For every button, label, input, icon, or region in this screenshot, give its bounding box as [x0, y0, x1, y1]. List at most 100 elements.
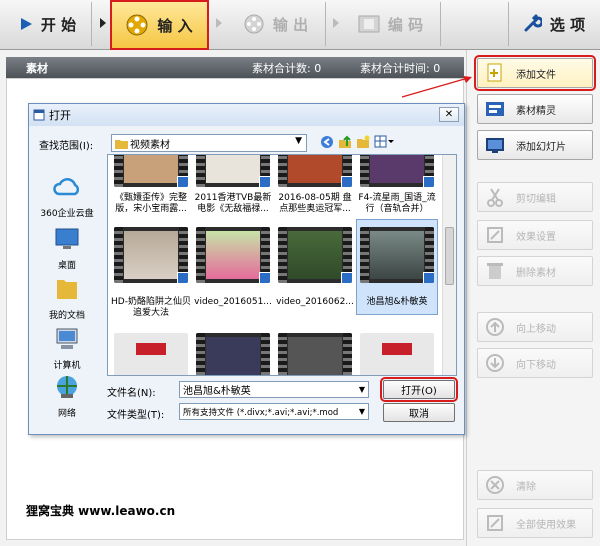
file-list-view[interactable]: 《甄嬛歪传》完整版，宋小宝雨露... 2011香港TVB最新电影《无敌福禄...… [107, 154, 457, 376]
file-name[interactable]: 2016-08-05期 盘点那些奥运冠军... [275, 193, 355, 215]
move-down-button[interactable]: 向下移动 [477, 348, 593, 378]
video-thumbnail[interactable] [360, 155, 434, 187]
video-thumbnail[interactable] [196, 333, 270, 375]
video-thumbnail[interactable] [114, 227, 188, 283]
close-button[interactable]: ✕ [439, 107, 459, 122]
video-thumbnail[interactable] [278, 227, 352, 283]
wizard-icon [484, 98, 506, 120]
film-strip-icon [358, 15, 380, 33]
options-label: 选 项 [549, 15, 586, 34]
flash-icon [382, 343, 412, 355]
open-button[interactable]: 打开(O) [380, 377, 458, 402]
arrow-icon [333, 18, 339, 28]
arrow-icon [100, 18, 106, 28]
material-count: 素材合计数: 0 [252, 61, 322, 75]
place-documents[interactable]: 我的文档 [35, 276, 99, 321]
file-name[interactable]: HD-奶酪陷阱之仙贝追爱大法 [111, 297, 191, 319]
file-name[interactable]: video_2016051... [193, 297, 273, 308]
filename-label: 文件名(N): [107, 388, 156, 399]
flash-icon [136, 343, 166, 355]
filename-input[interactable]: 池昌旭&朴敏英 ▼ [179, 381, 369, 398]
file-name[interactable]: F4-流星雨_国语_流行（音轨合并） [357, 193, 437, 215]
apply-all-effects-button[interactable]: 全部使用效果 [477, 508, 593, 538]
video-thumbnail[interactable] [278, 155, 352, 187]
chevron-down-icon: ▼ [358, 407, 365, 416]
video-file-icon [259, 272, 270, 283]
place-label: 360企业云盘 [40, 209, 94, 219]
back-arrow-icon [321, 136, 333, 148]
move-down-label: 向下移动 [516, 359, 556, 371]
video-file-icon [341, 272, 352, 283]
chevron-down-icon: ▼ [358, 385, 365, 394]
lookin-select[interactable]: 视频素材 ▼ [111, 134, 307, 152]
desktop-icon [55, 228, 79, 249]
video-thumbnail[interactable] [196, 155, 270, 187]
place-computer[interactable]: 计算机 [35, 326, 99, 371]
view-menu-button[interactable] [373, 134, 395, 150]
file-name[interactable]: 《甄嬛歪传》完整版，宋小宝雨露... [111, 193, 191, 215]
encode-button[interactable]: 编 码 [341, 2, 441, 46]
clear-label: 清除 [516, 481, 536, 493]
folder-icon [115, 140, 128, 149]
file-name[interactable]: 池昌旭&朴敏英 [357, 297, 437, 308]
material-wizard-button[interactable]: 素材精灵 [477, 94, 593, 124]
place-cloud-disk[interactable]: 360企业云盘 [35, 174, 99, 219]
scrollbar-thumb[interactable] [445, 227, 454, 285]
video-file-icon [177, 272, 188, 283]
effect-icon [484, 224, 506, 246]
filename-value: 池昌旭&朴敏英 [183, 386, 251, 397]
import-button[interactable]: 输 入 [110, 0, 209, 50]
video-thumbnail[interactable] [278, 333, 352, 375]
clear-button[interactable]: 清除 [477, 470, 593, 500]
filetype-label: 文件类型(T): [107, 410, 165, 421]
material-wizard-label: 素材精灵 [516, 105, 556, 117]
file-name[interactable]: 2011香港TVB最新电影《无敌福禄... [193, 193, 273, 215]
export-label: 输 出 [272, 15, 309, 34]
cancel-button[interactable]: 取消 [383, 403, 455, 422]
effect-settings-label: 效果设置 [516, 231, 556, 243]
file-name[interactable]: video_2016062... [275, 297, 355, 308]
start-label: 开 始 [40, 15, 77, 34]
window-icon [33, 109, 45, 121]
place-network[interactable]: 网络 [35, 374, 99, 419]
arrow-down-icon [484, 352, 506, 374]
export-button[interactable]: 输 出 [226, 2, 326, 46]
back-button[interactable] [319, 134, 335, 150]
filetype-value: 所有支持文件 (*.divx;*.avi;*.avi;*.mod [183, 407, 339, 418]
apply-all-icon [484, 512, 506, 534]
trash-icon [484, 260, 506, 282]
material-header: 素材 素材合计数: 0 素材合计时间: 0 [6, 57, 464, 78]
flash-file-thumbnail[interactable] [114, 333, 188, 375]
add-slideshow-button[interactable]: 添加幻灯片 [477, 130, 593, 160]
delete-material-button[interactable]: 删除素材 [477, 256, 593, 286]
video-file-icon [423, 176, 434, 187]
place-label: 网络 [57, 409, 76, 419]
right-action-panel: 添加文件 素材精灵 添加幻灯片 剪切编辑 效果设置 删除素材 向上移动 向下移动… [466, 50, 600, 546]
add-file-label: 添加文件 [516, 69, 556, 81]
effect-settings-button[interactable]: 效果设置 [477, 220, 593, 250]
arrow-icon [216, 18, 222, 28]
video-thumbnail[interactable] [360, 227, 434, 283]
lookin-label: 查找范围(I): [39, 141, 94, 152]
place-desktop[interactable]: 桌面 [35, 226, 99, 271]
watermark-text: 狸窝宝典 www.leawo.cn [26, 504, 176, 518]
video-file-icon [259, 176, 270, 187]
video-thumbnail[interactable] [114, 155, 188, 187]
move-up-button[interactable]: 向上移动 [477, 312, 593, 342]
file-list-scrollbar[interactable] [442, 155, 456, 375]
video-thumbnail[interactable] [196, 227, 270, 283]
up-folder-button[interactable] [337, 134, 353, 150]
new-folder-button[interactable] [355, 134, 371, 150]
filetype-select[interactable]: 所有支持文件 (*.divx;*.avi;*.avi;*.mod ▼ [179, 403, 369, 420]
cancel-button-label: 取消 [409, 409, 429, 420]
start-button[interactable]: 开 始 [4, 2, 92, 46]
flash-file-thumbnail[interactable] [360, 333, 434, 375]
view-grid-icon [374, 135, 394, 148]
options-button[interactable]: 选 项 [508, 2, 598, 46]
move-up-label: 向上移动 [516, 323, 556, 335]
arrow-up-icon [484, 316, 506, 338]
place-label: 桌面 [57, 261, 76, 271]
cut-edit-button[interactable]: 剪切编辑 [477, 182, 593, 212]
add-file-button[interactable]: 添加文件 [474, 55, 596, 91]
close-icon: ✕ [444, 109, 454, 120]
